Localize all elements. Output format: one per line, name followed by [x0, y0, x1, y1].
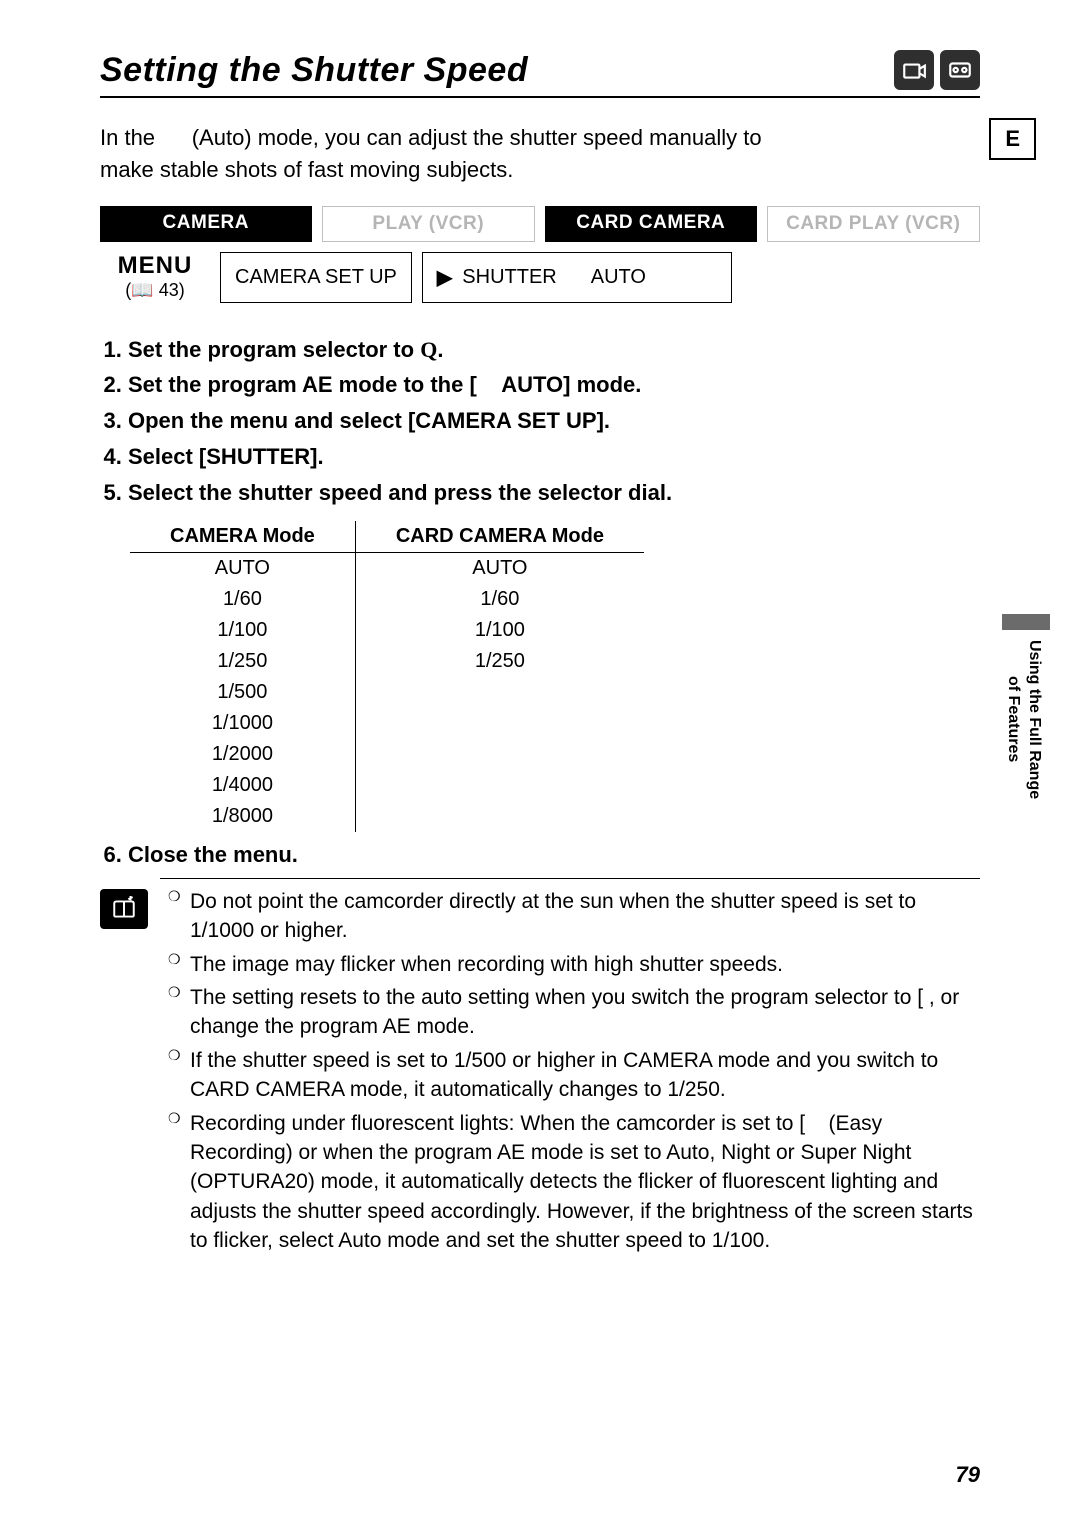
table-row: 1/2501/250 — [130, 646, 644, 677]
steps-list-2: Close the menu. — [100, 840, 980, 870]
table-cell — [355, 801, 644, 832]
language-tab: E — [989, 118, 1036, 160]
intro-text: In the (Auto) mode, you can adjust the s… — [100, 122, 820, 186]
step-1: Set the program selector to Q. — [128, 335, 980, 365]
table-row: 1/500 — [130, 677, 644, 708]
table-header-card: CARD CAMERA Mode — [355, 521, 644, 553]
mode-card-play-vcr-: CARD PLAY (VCR) — [767, 206, 981, 242]
mode-row: CAMERA PLAY (VCR)CARD CAMERA CARD PLAY (VC… — [100, 206, 980, 242]
menu-label: MENU — [100, 252, 210, 280]
table-row: 1/1000 — [130, 708, 644, 739]
camera-body-icon — [894, 50, 934, 90]
steps-list: Set the program selector to Q. Set the p… — [100, 335, 980, 507]
table-row: 1/1001/100 — [130, 615, 644, 646]
menu-shutter-label: SHUTTER — [462, 266, 556, 289]
table-cell: 1/100 — [355, 615, 644, 646]
step-5: Select the shutter speed and press the s… — [128, 478, 980, 508]
table-cell: AUTO — [355, 553, 644, 585]
tape-icon — [940, 50, 980, 90]
side-tab-bar — [1002, 614, 1050, 630]
table-row: 1/2000 — [130, 739, 644, 770]
mode-camera: CAMERA — [100, 206, 312, 242]
table-row: AUTOAUTO — [130, 553, 644, 585]
table-cell: AUTO — [130, 553, 355, 585]
note-item: Do not point the camcorder directly at t… — [168, 887, 980, 946]
table-cell: 1/1000 — [130, 708, 355, 739]
mode-play-vcr-: PLAY (VCR) — [322, 206, 536, 242]
note-icon — [100, 889, 148, 929]
table-cell: 1/500 — [130, 677, 355, 708]
table-cell: 1/250 — [130, 646, 355, 677]
table-cell — [355, 677, 644, 708]
page-title: Setting the Shutter Speed — [100, 51, 528, 90]
header-icons — [894, 50, 980, 90]
table-header-camera: CAMERA Mode — [130, 521, 355, 553]
table-cell: 1/8000 — [130, 801, 355, 832]
step-4: Select [SHUTTER]. — [128, 442, 980, 472]
menu-ref: (📖 43) — [100, 280, 210, 301]
notes-list: Do not point the camcorder directly at t… — [168, 887, 980, 1260]
table-cell: 1/250 — [355, 646, 644, 677]
table-row: 1/8000 — [130, 801, 644, 832]
divider — [160, 878, 980, 879]
table-cell — [355, 739, 644, 770]
note-item: The image may flicker when recording wit… — [168, 950, 980, 979]
menu-path: MENU (📖 43) CAMERA SET UP ▶ SHUTTER AUTO — [100, 252, 980, 303]
step-6: Close the menu. — [128, 840, 980, 870]
table-cell — [355, 708, 644, 739]
page-number: 79 — [956, 1462, 980, 1488]
note-item: Recording under fluorescent lights: When… — [168, 1109, 980, 1256]
note-item: The setting resets to the auto setting w… — [168, 983, 980, 1042]
table-cell — [355, 770, 644, 801]
table-cell: 1/60 — [355, 584, 644, 615]
menu-shutter: ▶ SHUTTER AUTO — [422, 252, 732, 303]
arrow-icon: ▶ — [437, 265, 452, 290]
table-cell: 1/2000 — [130, 739, 355, 770]
table-row: 1/4000 — [130, 770, 644, 801]
step-2: Set the program AE mode to the [ AUTO] m… — [128, 370, 980, 400]
menu-camera-setup: CAMERA SET UP — [220, 252, 412, 303]
table-cell: 1/100 — [130, 615, 355, 646]
menu-shutter-value: AUTO — [591, 266, 646, 289]
table-cell: 1/4000 — [130, 770, 355, 801]
mode-card-camera: CARD CAMERA — [545, 206, 757, 242]
shutter-table: CAMERA Mode CARD CAMERA Mode AUTOAUTO1/6… — [130, 521, 644, 832]
step-3: Open the menu and select [CAMERA SET UP]… — [128, 406, 980, 436]
note-item: If the shutter speed is set to 1/500 or … — [168, 1046, 980, 1105]
table-cell: 1/60 — [130, 584, 355, 615]
table-row: 1/601/60 — [130, 584, 644, 615]
side-tab: Using the Full Rangeof Features — [1002, 640, 1044, 799]
